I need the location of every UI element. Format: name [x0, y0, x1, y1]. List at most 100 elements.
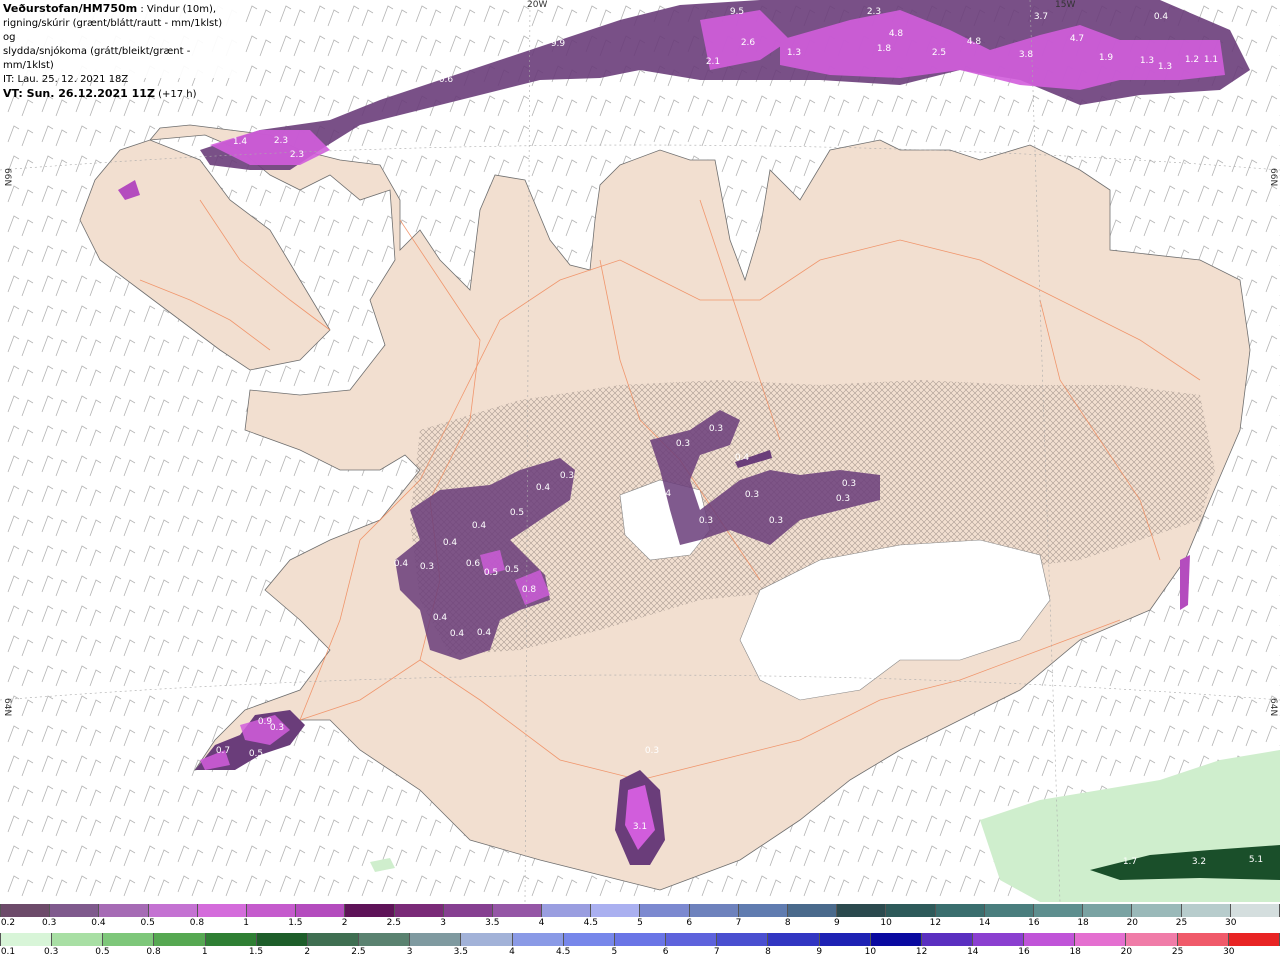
precip-value-label: 1.3 — [1140, 56, 1154, 66]
legend-label: 3.5 — [453, 947, 468, 957]
legend-swatch — [563, 933, 615, 946]
legend-label: 18 — [1077, 918, 1089, 928]
precip-value-label: 0.4 — [1154, 12, 1169, 22]
legend-label: 0.3 — [44, 947, 59, 957]
legend-label: 18 — [1069, 947, 1081, 957]
legend-swatch — [717, 933, 769, 946]
legend-label: 2 — [341, 918, 348, 928]
legend-row-rain — [0, 933, 1280, 946]
legend-swatch — [410, 933, 462, 946]
precip-value-label: 0.4 — [443, 538, 458, 548]
legend-swatch — [50, 904, 100, 917]
legend-label: 7 — [713, 947, 720, 957]
precip-value-label: 3.7 — [1034, 12, 1048, 22]
precip-value-label: 0.4 — [477, 628, 492, 638]
precip-value-label: 0.3 — [709, 424, 723, 434]
legend-swatch — [345, 904, 395, 917]
legend-swatch — [154, 933, 206, 946]
precip-value-label: 1.3 — [787, 48, 801, 58]
precip-value-label: 1.2 — [1185, 55, 1199, 65]
legend-swatch — [246, 904, 297, 917]
legend-row-snow — [0, 904, 1280, 917]
precip-value-label: 3.2 — [1192, 857, 1206, 867]
legend-swatch — [837, 904, 887, 917]
legend-swatch — [492, 904, 543, 917]
legend-label: 14 — [978, 918, 991, 928]
legend-label: 0.3 — [42, 918, 57, 928]
precip-value-label: 0.3 — [420, 562, 434, 572]
precip-value-label: 0.6 — [439, 75, 454, 85]
legend-swatch — [1083, 904, 1133, 917]
legend-label: 1.5 — [288, 918, 303, 928]
legend-swatch — [768, 933, 820, 946]
precip-value-label: 1.3 — [1158, 62, 1172, 72]
precip-value-label: 0.4 — [394, 559, 409, 569]
legend-labels-rain: 0.1 0.3 0.5 0.8 1 1.5 2 2.5 3 3.5 4 4.5 5 6 7 8 9 10 12 14 1… — [0, 947, 1280, 961]
legend-label: 2.5 — [351, 947, 366, 957]
color-legend: 0.2 0.3 0.4 0.5 0.8 1 1.5 2 2.5 3 3.5 4 4.5 5 6 7 8 9 10 12… — [0, 902, 1280, 960]
precip-value-label: 1.4 — [233, 137, 248, 147]
precip-value-label: 0.4 — [450, 629, 465, 639]
precip-value-label: 9.9 — [551, 39, 566, 49]
legend-swatch — [103, 933, 155, 946]
legend-swatch — [307, 933, 360, 946]
grid-label-64n-left: 64N — [2, 698, 12, 717]
precip-value-label: 4.8 — [967, 37, 982, 47]
legend-label: 3 — [406, 947, 413, 957]
legend-swatch — [52, 933, 104, 946]
legend-label: 10 — [880, 918, 892, 928]
legend-swatch — [666, 933, 718, 946]
legend-swatch — [0, 904, 51, 917]
legend-swatch — [935, 904, 985, 917]
legend-swatch — [972, 933, 1025, 946]
precip-value-label: 0.3 — [699, 516, 713, 526]
legend-swatch — [870, 933, 922, 946]
grid-label-66n-right: 66N — [1268, 168, 1278, 187]
legend-label: 1 — [201, 947, 208, 957]
precip-value-label: 0.3 — [676, 439, 690, 449]
legend-swatch — [359, 933, 411, 946]
legend-swatch — [542, 904, 592, 917]
legend-label: 5 — [611, 947, 618, 957]
forecast-map: 9.5 2.3 3.7 0.4 9.9 2.6 4.8 4.8 4.7 1.3 1.8 2.5 3.8 1… — [0, 0, 1280, 902]
precip-value-label: 0.8 — [522, 585, 537, 595]
precip-value-label: 2.3 — [290, 150, 304, 160]
legend-label: 6 — [662, 947, 669, 957]
precip-value-label: 1.8 — [877, 44, 892, 54]
legend-label: 1 — [243, 918, 250, 928]
precip-value-label: 9.5 — [730, 7, 744, 17]
precip-value-label: 0.3 — [836, 494, 850, 504]
legend-swatch — [984, 904, 1034, 917]
legend-label: 30 — [1223, 947, 1235, 957]
legend-label: 25 — [1171, 947, 1184, 957]
legend-label: 0.2 — [0, 918, 16, 928]
legend-swatch — [0, 933, 53, 946]
legend-label: 0.8 — [189, 918, 205, 928]
legend-swatch — [591, 904, 641, 917]
precip-value-label: 3.1 — [633, 822, 647, 832]
map-title-box: Veðurstofan/HM750m : Vindur (10m), rigni… — [0, 0, 240, 100]
precip-value-label: 2.3 — [867, 7, 881, 17]
legend-label: 12 — [915, 947, 928, 957]
grid-label-20w: 20W — [527, 0, 548, 10]
precip-value-label: 2.6 — [741, 38, 756, 48]
precip-value-label: 0.3 — [270, 723, 284, 733]
legend-labels-snow: 0.2 0.3 0.4 0.5 0.8 1 1.5 2 2.5 3 3.5 4 4.5 5 6 7 8 9 10 12… — [0, 918, 1280, 932]
legend-swatch — [1230, 904, 1280, 917]
precip-value-label: 0.6 — [466, 559, 481, 569]
legend-label: 6 — [686, 918, 693, 928]
precip-value-label: 0.4 — [536, 483, 551, 493]
legend-swatch — [461, 933, 513, 946]
precip-value-label: 0.5 — [505, 565, 519, 575]
precip-value-label: 0.3 — [560, 471, 574, 481]
legend-swatch — [738, 904, 788, 917]
precip-value-label: 0.3 — [769, 516, 783, 526]
legend-label: 5 — [637, 918, 643, 928]
legend-label: 20 — [1120, 947, 1133, 957]
precip-value-label: 0.4 — [433, 613, 448, 623]
precip-value-label: 0.4 — [657, 489, 672, 499]
legend-label: 0.1 — [0, 947, 16, 957]
precip-value-label: 0.5 — [510, 508, 524, 518]
legend-swatch — [1126, 933, 1178, 946]
legend-label: 10 — [864, 947, 877, 957]
